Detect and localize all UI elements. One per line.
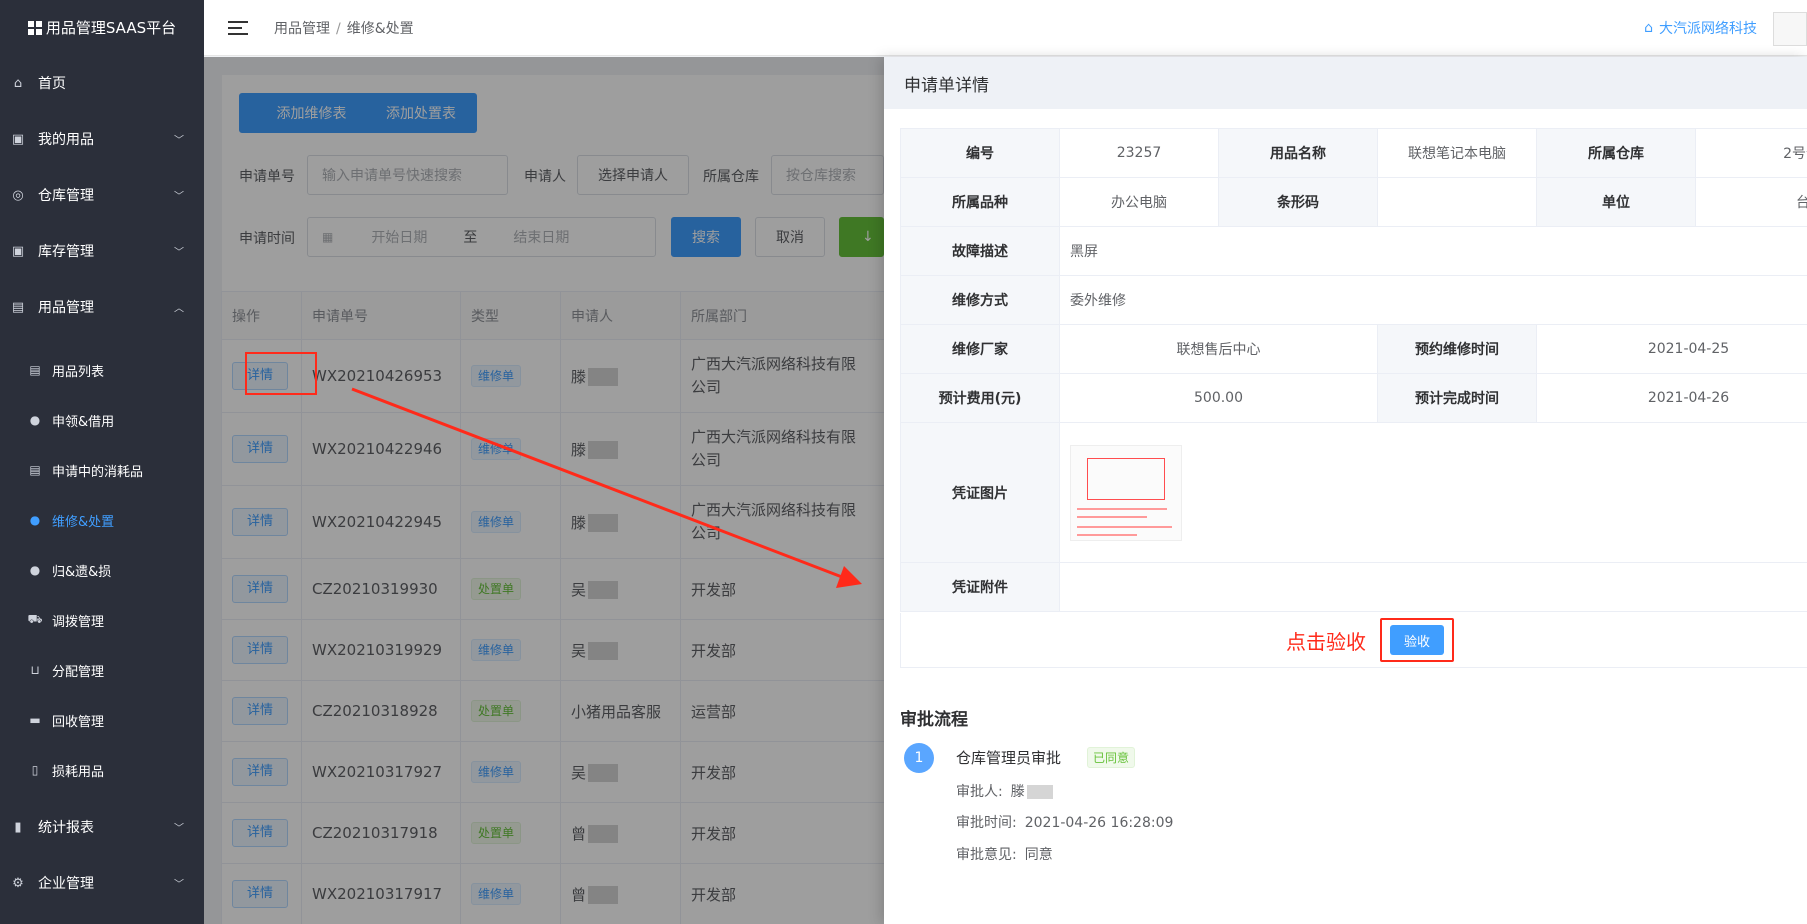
sidebar-item-reports[interactable]: ▮ 统计报表 ﹀ bbox=[0, 799, 204, 855]
user-icon: ● bbox=[29, 563, 41, 577]
modal-mask[interactable] bbox=[204, 57, 884, 924]
app-title: 用品管理SAAS平台 bbox=[45, 19, 177, 37]
sidebar-sub-item-transfer[interactable]: ⛟ 调拨管理 bbox=[0, 595, 204, 645]
label-attachment: 凭证附件 bbox=[900, 562, 1060, 612]
list-icon: ▤ bbox=[29, 363, 41, 377]
chevron-down-icon: ﹀ bbox=[174, 247, 184, 259]
app-logo: 用品管理SAAS平台 bbox=[0, 0, 204, 55]
sidebar-sub-item-repair[interactable]: ● 维修&处置 bbox=[0, 495, 204, 545]
drawer-title: 申请单详情 bbox=[884, 57, 1807, 109]
chevron-up-icon: ︿ bbox=[174, 303, 184, 315]
value-fault: 黑屏 bbox=[1059, 226, 1807, 276]
label-name: 用品名称 bbox=[1218, 128, 1378, 178]
value-warehouse: 2号仓库 bbox=[1695, 128, 1807, 178]
click-to-accept-hint: 点击验收 bbox=[1286, 629, 1366, 654]
sidebar-item-warehouse[interactable]: ◎ 仓库管理 ﹀ bbox=[0, 167, 204, 223]
sidebar-sub-item-recycle[interactable]: ▬ 回收管理 bbox=[0, 695, 204, 745]
value-cost: 500.00 bbox=[1059, 373, 1378, 423]
submenu-supplies: ▤ 用品列表 ● 申领&借用 ▤ 申请中的消耗品 ● 维修&处置 ● 归&遗&损… bbox=[0, 335, 204, 799]
accept-button[interactable]: 验收 bbox=[1390, 625, 1444, 655]
box-icon: ▣ bbox=[11, 243, 25, 259]
trash-icon: ▯ bbox=[31, 763, 39, 777]
label-barcode: 条形码 bbox=[1218, 177, 1378, 227]
accept-highlight: 验收 bbox=[1380, 618, 1454, 662]
sidebar: 用品管理SAAS平台 ⌂ 首页 ▣ 我的用品 ﹀ ◎ 仓库管理 ﹀ ▣ 库存管理… bbox=[0, 0, 204, 924]
breadcrumb-current: 维修&处置 bbox=[346, 20, 414, 37]
sidebar-sub-item-claim[interactable]: ● 申领&借用 bbox=[0, 395, 204, 445]
value-attachment bbox=[1059, 562, 1807, 612]
accept-row: 点击验收 验收 bbox=[900, 613, 1807, 668]
value-appointment: 2021-04-25 bbox=[1536, 324, 1807, 374]
home-icon: ⌂ bbox=[1644, 19, 1653, 36]
value-barcode bbox=[1377, 177, 1537, 227]
proof-image-thumbnail[interactable] bbox=[1070, 444, 1182, 541]
briefcase-icon: ▣ bbox=[11, 131, 25, 147]
approval-flow-title: 审批流程 bbox=[900, 710, 968, 730]
breadcrumb-root[interactable]: 用品管理 bbox=[274, 21, 330, 37]
value-category: 办公电脑 bbox=[1059, 177, 1219, 227]
annotation-box bbox=[245, 352, 317, 395]
sidebar-item-my-supplies[interactable]: ▣ 我的用品 ﹀ bbox=[0, 111, 204, 167]
cart-icon: ⊔ bbox=[30, 663, 40, 677]
status-badge: 已同意 bbox=[1087, 747, 1136, 768]
chevron-down-icon: ﹀ bbox=[174, 191, 184, 203]
label-cost: 预计费用(元) bbox=[900, 373, 1060, 423]
monitor-icon: ▬ bbox=[29, 713, 41, 727]
sidebar-sub-item-loss[interactable]: ▯ 损耗用品 bbox=[0, 745, 204, 795]
approval-time-line: 审批时间: 2021-04-26 16:28:09 bbox=[956, 815, 1174, 831]
inbox-icon: ▤ bbox=[11, 299, 25, 315]
value-unit: 台 bbox=[1695, 177, 1807, 227]
value-no: 23257 bbox=[1059, 128, 1219, 178]
step-name: 仓库管理员审批 bbox=[956, 749, 1062, 767]
list-icon: ▤ bbox=[29, 463, 41, 477]
company-link[interactable]: ⌂ 大汽派网络科技 bbox=[1644, 18, 1757, 38]
database-icon: ◎ bbox=[12, 187, 24, 203]
menu-toggle-icon[interactable] bbox=[228, 20, 248, 35]
top-header: 用品管理 / 维修&处置 ⌂ 大汽派网络科技 bbox=[204, 0, 1807, 56]
chevron-down-icon: ﹀ bbox=[174, 823, 184, 835]
value-vendor: 联想售后中心 bbox=[1059, 324, 1378, 374]
label-proof-image: 凭证图片 bbox=[900, 422, 1060, 563]
label-warehouse: 所属仓库 bbox=[1536, 128, 1696, 178]
approval-opinion-line: 审批意见: 同意 bbox=[956, 847, 1053, 863]
chevron-down-icon: ﹀ bbox=[174, 879, 184, 891]
sidebar-item-supplies-mgmt[interactable]: ▤ 用品管理 ︿ bbox=[0, 279, 204, 335]
sidebar-sub-item-allocate[interactable]: ⊔ 分配管理 bbox=[0, 645, 204, 695]
label-unit: 单位 bbox=[1536, 177, 1696, 227]
detail-drawer: 申请单详情 编号 23257 用品名称 联想笔记本电脑 所属仓库 2号仓库 所属… bbox=[884, 57, 1807, 924]
sidebar-item-enterprise[interactable]: ⚙ 企业管理 ﹀ bbox=[0, 855, 204, 911]
grid-icon bbox=[27, 20, 42, 35]
bar-chart-icon: ▮ bbox=[14, 819, 22, 835]
label-finish: 预计完成时间 bbox=[1377, 373, 1537, 423]
sidebar-sub-item-return[interactable]: ● 归&遗&损 bbox=[0, 545, 204, 595]
label-method: 维修方式 bbox=[900, 275, 1060, 325]
home-icon: ⌂ bbox=[13, 75, 23, 91]
sidebar-sub-item-list[interactable]: ▤ 用品列表 bbox=[0, 345, 204, 395]
gear-icon: ⚙ bbox=[12, 875, 24, 891]
value-finish: 2021-04-26 bbox=[1536, 373, 1807, 423]
label-category: 所属品种 bbox=[900, 177, 1060, 227]
user-icon: ● bbox=[29, 413, 41, 427]
value-name: 联想笔记本电脑 bbox=[1377, 128, 1537, 178]
breadcrumb: 用品管理 / 维修&处置 bbox=[274, 20, 414, 37]
user-icon: ● bbox=[29, 513, 41, 527]
sidebar-sub-item-consumables[interactable]: ▤ 申请中的消耗品 bbox=[0, 445, 204, 495]
label-vendor: 维修厂家 bbox=[900, 324, 1060, 374]
step-number: 1 bbox=[904, 743, 934, 773]
value-method: 委外维修 bbox=[1059, 275, 1807, 325]
label-no: 编号 bbox=[900, 128, 1060, 178]
avatar[interactable] bbox=[1773, 12, 1807, 46]
chevron-down-icon: ﹀ bbox=[174, 135, 184, 147]
approver-line: 审批人: 滕 bbox=[956, 781, 1053, 801]
label-appointment: 预约维修时间 bbox=[1377, 324, 1537, 374]
label-fault: 故障描述 bbox=[900, 226, 1060, 276]
sidebar-item-home[interactable]: ⌂ 首页 bbox=[0, 55, 204, 111]
truck-icon: ⛟ bbox=[27, 612, 43, 626]
detail-table: 编号 23257 用品名称 联想笔记本电脑 所属仓库 2号仓库 所属品种 办公电… bbox=[900, 128, 1807, 612]
redacted-name bbox=[1026, 785, 1053, 799]
sidebar-item-inventory[interactable]: ▣ 库存管理 ﹀ bbox=[0, 223, 204, 279]
